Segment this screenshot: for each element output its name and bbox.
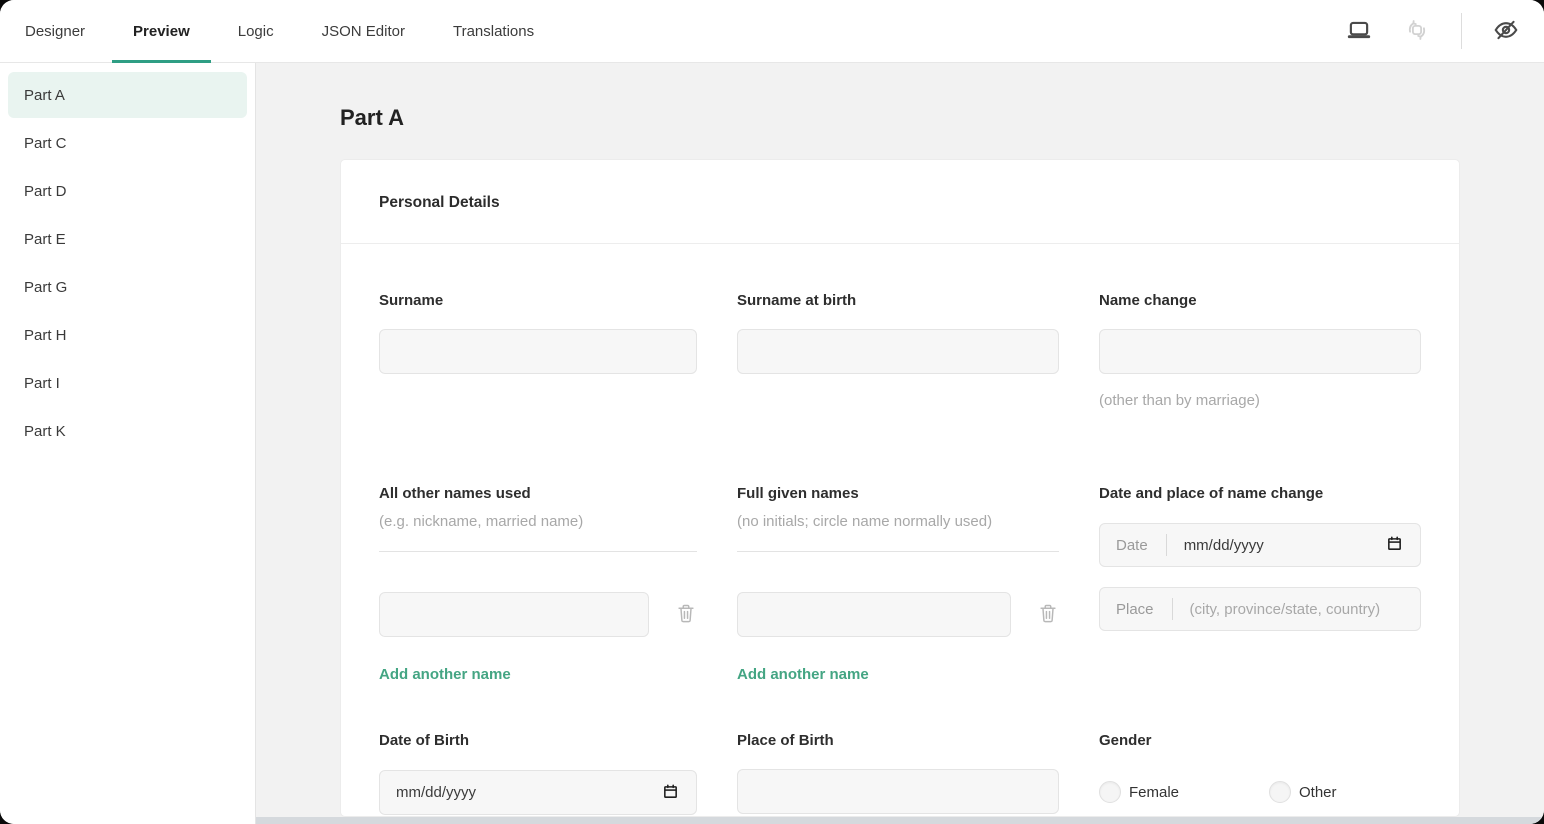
date-place-name-change-field: Date and place of name change Date mm/dd…	[1099, 484, 1421, 631]
surname-at-birth-field: Surname at birth	[737, 291, 1059, 374]
full-given-names-hint: (no initials; circle name normally used)	[737, 512, 1059, 532]
surname-at-birth-input[interactable]	[737, 329, 1059, 374]
name-change-place-input[interactable]: Place (city, province/state, country)	[1099, 587, 1421, 631]
radio-icon[interactable]	[1099, 781, 1121, 803]
calendar-picker-button[interactable]	[660, 783, 680, 803]
gender-option-female[interactable]: Female	[1099, 781, 1269, 803]
name-change-field: Name change (other than by marriage)	[1099, 291, 1421, 411]
form-row-3: Date of Birth mm/dd/yyyy	[379, 731, 1419, 817]
personal-details-panel: Personal Details Surname Surname at birt…	[340, 159, 1460, 817]
gender-label: Gender	[1099, 731, 1421, 751]
field-divider	[379, 551, 697, 552]
full-given-names-field: Full given names (no initials; circle na…	[737, 484, 1059, 685]
gender-options-row-1: Female Other	[1099, 781, 1421, 803]
calendar-icon	[1386, 535, 1403, 555]
calendar-icon	[662, 783, 679, 803]
place-of-birth-field: Place of Birth (city, province or state,…	[737, 731, 1059, 817]
content-cutoff-strip	[256, 817, 1544, 824]
gender-option-label: Female	[1129, 784, 1179, 801]
laptop-icon	[1346, 17, 1372, 46]
sidebar-item-part-h[interactable]: Part H	[8, 312, 247, 358]
all-other-names-input[interactable]	[379, 592, 649, 637]
sync-icon	[1404, 17, 1430, 46]
toolbar-divider	[1461, 13, 1462, 49]
toolbar-actions	[1345, 0, 1544, 62]
surname-at-birth-label: Surname at birth	[737, 291, 1059, 311]
calendar-picker-button[interactable]	[1384, 535, 1404, 555]
name-change-date-input[interactable]: Date mm/dd/yyyy	[1099, 523, 1421, 567]
date-place-name-change-label: Date and place of name change	[1099, 484, 1421, 504]
date-of-birth-label: Date of Birth	[379, 731, 697, 751]
date-of-birth-field: Date of Birth mm/dd/yyyy	[379, 731, 697, 815]
page-title: Part A	[340, 103, 1544, 133]
place-of-birth-input[interactable]	[737, 769, 1059, 814]
sidebar-item-part-e[interactable]: Part E	[8, 216, 247, 262]
full-given-names-label: Full given names	[737, 484, 1059, 504]
form-row-1: Surname Surname at birth Name change (ot…	[379, 291, 1419, 411]
name-change-hint: (other than by marriage)	[1099, 391, 1421, 411]
field-divider	[737, 551, 1059, 552]
input-separator	[1172, 598, 1173, 620]
tab-json-editor[interactable]: JSON Editor	[301, 0, 426, 62]
place-of-birth-label: Place of Birth	[737, 731, 1059, 751]
tab-translations[interactable]: Translations	[432, 0, 555, 62]
date-of-birth-value: mm/dd/yyyy	[396, 784, 476, 801]
app-window: Designer Preview Logic JSON Editor Trans…	[0, 0, 1544, 824]
eye-off-icon	[1492, 16, 1520, 47]
all-other-names-entry-row	[379, 592, 697, 637]
sidebar-item-part-d[interactable]: Part D	[8, 168, 247, 214]
sidebar-item-part-a[interactable]: Part A	[8, 72, 247, 118]
gender-field: Gender Female Other	[1099, 731, 1421, 817]
trash-icon	[1037, 601, 1059, 628]
all-other-names-field: All other names used (e.g. nickname, mar…	[379, 484, 697, 685]
panel-title: Personal Details	[341, 160, 1459, 244]
place-placeholder: (city, province/state, country)	[1190, 601, 1381, 618]
tab-preview[interactable]: Preview	[112, 0, 211, 62]
preview-pane: Part A Personal Details Surname Surname …	[256, 63, 1544, 824]
top-bar: Designer Preview Logic JSON Editor Trans…	[0, 0, 1544, 63]
surname-label: Surname	[379, 291, 697, 311]
hide-preview-button[interactable]	[1492, 17, 1520, 45]
date-value: mm/dd/yyyy	[1184, 537, 1264, 554]
place-prefix-label: Place	[1116, 601, 1154, 618]
sidebar-item-part-g[interactable]: Part G	[8, 264, 247, 310]
tab-designer[interactable]: Designer	[4, 0, 106, 62]
name-change-label: Name change	[1099, 291, 1421, 311]
tab-bar: Designer Preview Logic JSON Editor Trans…	[4, 0, 561, 62]
full-given-names-input[interactable]	[737, 592, 1011, 637]
full-given-names-entry-row	[737, 592, 1059, 637]
surname-field: Surname	[379, 291, 697, 374]
sidebar-item-part-c[interactable]: Part C	[8, 120, 247, 166]
remove-name-button[interactable]	[1037, 603, 1059, 627]
sidebar-item-part-k[interactable]: Part K	[8, 408, 247, 454]
date-of-birth-input[interactable]: mm/dd/yyyy	[379, 770, 697, 815]
all-other-names-label: All other names used	[379, 484, 697, 504]
remove-name-button[interactable]	[675, 603, 697, 627]
sync-button[interactable]	[1403, 17, 1431, 45]
all-other-names-hint: (e.g. nickname, married name)	[379, 512, 697, 532]
add-another-name-link-2[interactable]: Add another name	[737, 665, 869, 685]
gender-option-label: Other	[1299, 784, 1337, 801]
sidebar-item-part-i[interactable]: Part I	[8, 360, 247, 406]
form-row-2: All other names used (e.g. nickname, mar…	[379, 484, 1419, 685]
trash-icon	[675, 601, 697, 628]
device-preview-button[interactable]	[1345, 17, 1373, 45]
tab-logic[interactable]: Logic	[217, 0, 295, 62]
input-separator	[1166, 534, 1167, 556]
gender-option-other[interactable]: Other	[1269, 781, 1337, 803]
parts-sidebar: Part A Part C Part D Part E Part G Part …	[0, 63, 256, 824]
name-change-input[interactable]	[1099, 329, 1421, 374]
add-another-name-link-1[interactable]: Add another name	[379, 665, 511, 685]
surname-input[interactable]	[379, 329, 697, 374]
panel-body: Surname Surname at birth Name change (ot…	[341, 244, 1459, 817]
radio-icon[interactable]	[1269, 781, 1291, 803]
date-prefix-label: Date	[1116, 537, 1148, 554]
